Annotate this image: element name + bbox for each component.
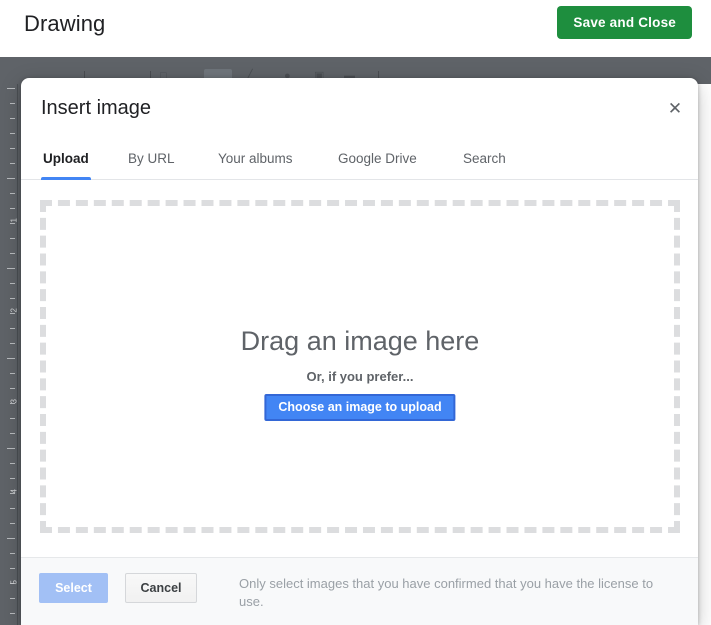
dialog-footer: Select Cancel Only select images that yo… xyxy=(21,557,698,625)
tab-by-url[interactable]: By URL xyxy=(126,137,177,180)
choose-image-button[interactable]: Choose an image to upload xyxy=(264,394,456,421)
dialog-tabs: Upload By URL Your albums Google Drive Searc… xyxy=(21,137,698,180)
ruler-tick xyxy=(10,283,15,284)
ruler-tick xyxy=(10,373,15,374)
close-icon[interactable]: ✕ xyxy=(661,94,689,122)
ruler-tick xyxy=(7,538,15,539)
ruler-tick xyxy=(10,148,15,149)
ruler-tick xyxy=(10,328,15,329)
dropzone-subtext: Or, if you prefer... xyxy=(306,369,414,384)
ruler-tick xyxy=(10,463,15,464)
ruler-label: 2 xyxy=(9,308,18,313)
ruler-tick xyxy=(10,238,15,239)
ruler-tick xyxy=(10,253,15,254)
ruler-tick xyxy=(10,163,15,164)
page-title: Drawing xyxy=(24,11,106,36)
tab-google-drive[interactable]: Google Drive xyxy=(336,137,419,180)
ruler-label: 5 xyxy=(9,580,18,585)
ruler-tick xyxy=(10,343,15,344)
ruler-tick xyxy=(10,568,15,569)
image-dropzone[interactable]: Drag an image here Or, if you prefer... … xyxy=(40,200,680,533)
ruler-tick xyxy=(10,553,15,554)
ruler-tick xyxy=(10,478,15,479)
vertical-ruler: 1 2 3 4 5 xyxy=(0,84,18,625)
tab-search[interactable]: Search xyxy=(461,137,508,180)
ruler-tick xyxy=(10,118,15,119)
ruler-label: 4 xyxy=(9,489,18,494)
ruler-tick xyxy=(7,88,15,89)
ruler-tick xyxy=(10,418,15,419)
dialog-title: Insert image xyxy=(41,97,152,119)
ruler-tick xyxy=(10,298,15,299)
ruler-tick xyxy=(10,433,15,434)
ruler-tick xyxy=(10,103,15,104)
ruler-label: 1 xyxy=(9,218,18,223)
dropzone-heading: Drag an image here xyxy=(240,326,480,356)
app-screen: Drawing Save and Close □ ╱ ● ▣ ▬ 12345 I… xyxy=(0,0,711,625)
ruler-tick xyxy=(10,598,15,599)
ruler-tick xyxy=(10,133,15,134)
ruler-tick xyxy=(7,448,15,449)
ruler-tick xyxy=(7,268,15,269)
ruler-tick xyxy=(10,208,15,209)
ruler-tick xyxy=(10,508,15,509)
ruler-tick xyxy=(7,358,15,359)
ruler-tick xyxy=(10,193,15,194)
ruler-tick xyxy=(10,313,15,314)
ruler-tick xyxy=(10,223,15,224)
select-button[interactable]: Select xyxy=(39,573,108,603)
tab-upload[interactable]: Upload xyxy=(41,137,91,180)
ruler-tick xyxy=(10,388,15,389)
ruler-label: 3 xyxy=(9,399,18,404)
insert-image-dialog: Insert image ✕ Upload By URL Your albums Go… xyxy=(21,78,698,625)
ruler-tick xyxy=(7,178,15,179)
save-and-close-button[interactable]: Save and Close xyxy=(557,6,692,39)
ruler-tick xyxy=(10,523,15,524)
tab-your-albums[interactable]: Your albums xyxy=(216,137,295,180)
license-note: Only select images that you have confirm… xyxy=(239,576,654,609)
ruler-tick xyxy=(10,613,15,614)
cancel-button[interactable]: Cancel xyxy=(125,573,197,603)
app-header-bar: Drawing Save and Close xyxy=(0,0,711,57)
